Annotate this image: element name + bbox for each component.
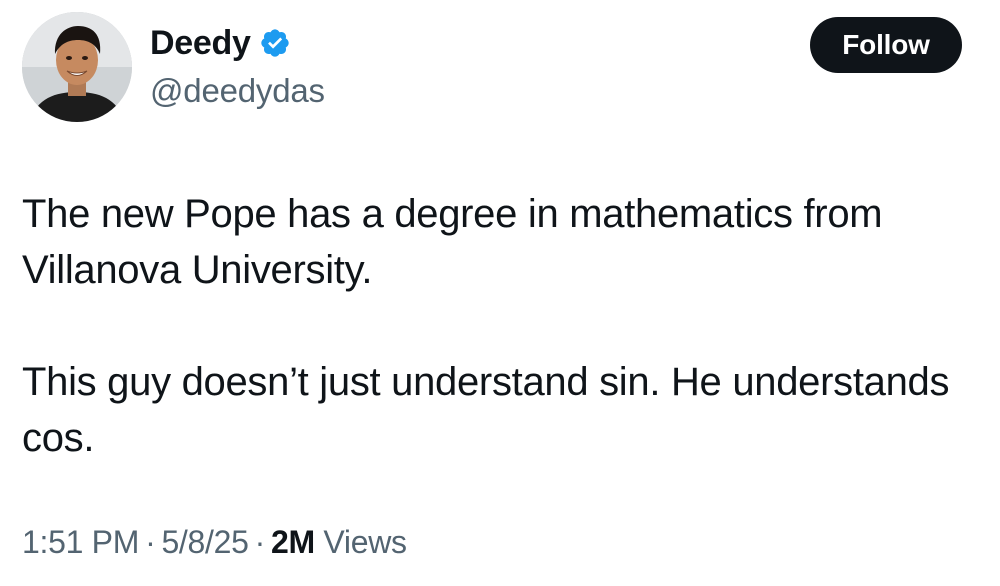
meta-separator: ·	[254, 524, 266, 560]
author-handle[interactable]: @deedydas	[150, 72, 325, 110]
tweet-paragraph: This guy doesn’t just understand sin. He…	[22, 360, 950, 460]
author-name-row: Deedy	[150, 20, 325, 66]
author-identity: Deedy @deedydas	[150, 20, 325, 110]
meta-separator: ·	[145, 524, 156, 560]
tweet-header: Deedy @deedydas Follow	[22, 12, 972, 124]
avatar[interactable]	[22, 12, 132, 122]
tweet-meta: 1:51 PM · 5/8/25 · 2M Views	[22, 524, 407, 561]
views-label: Views	[323, 524, 407, 560]
views-count: 2M	[270, 524, 315, 560]
follow-button[interactable]: Follow	[810, 17, 962, 73]
tweet-text: The new Pope has a degree in mathematics…	[22, 186, 972, 466]
verified-badge-icon[interactable]	[259, 27, 291, 59]
author-display-name[interactable]: Deedy	[150, 24, 251, 63]
tweet-date[interactable]: 5/8/25	[161, 524, 248, 560]
tweet-paragraph: The new Pope has a degree in mathematics…	[22, 192, 883, 292]
tweet-time[interactable]: 1:51 PM	[22, 524, 139, 560]
user-avatar-icon	[22, 12, 132, 122]
